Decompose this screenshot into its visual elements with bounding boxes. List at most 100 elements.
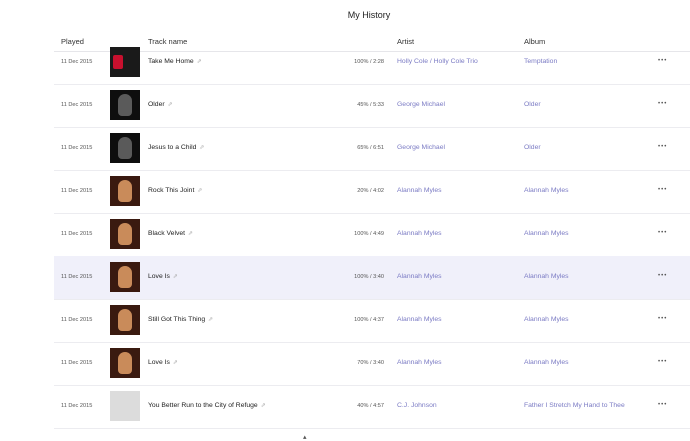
album-link[interactable]: Temptation <box>524 58 557 65</box>
played-date: 11 Dec 2015 <box>61 188 93 194</box>
table-row[interactable]: 11 Dec 2015 Take Me Home ⇗ 100% / 2:28 Holly… <box>54 41 690 85</box>
album-art-image <box>118 309 132 331</box>
play-progress: 100% / 3:40 <box>354 274 384 280</box>
played-date: 11 Dec 2015 <box>61 317 93 323</box>
play-progress: 100% / 4:37 <box>354 317 384 323</box>
tag-icon[interactable]: ⇗ <box>197 58 202 65</box>
album-link[interactable]: Alannah Myles <box>524 187 569 194</box>
played-date: 11 Dec 2015 <box>61 360 93 366</box>
album-art[interactable] <box>110 305 140 335</box>
track-name[interactable]: You Better Run to the City of Refuge ⇗ <box>148 402 266 409</box>
album-link[interactable]: Father I Stretch My Hand to Thee <box>524 402 625 409</box>
album-art-image <box>118 137 132 159</box>
artist-link[interactable]: Holly Cole / Holly Cole Trio <box>397 58 478 65</box>
track-title[interactable]: Black Velvet <box>148 230 185 237</box>
album-art[interactable] <box>110 133 140 163</box>
album-art[interactable] <box>110 176 140 206</box>
played-date: 11 Dec 2015 <box>61 102 93 108</box>
album-art[interactable] <box>110 47 140 77</box>
album-art-image <box>118 180 132 202</box>
table-row[interactable]: 11 Dec 2015 Rock This Joint ⇗ 20% / 4:02 Ala… <box>54 170 690 214</box>
track-title[interactable]: Love Is <box>148 273 170 280</box>
album-art-image <box>113 55 123 69</box>
track-name[interactable]: Love Is ⇗ <box>148 359 178 366</box>
album-link[interactable]: Alannah Myles <box>524 359 569 366</box>
album-art[interactable] <box>110 391 140 421</box>
played-date: 11 Dec 2015 <box>61 231 93 237</box>
track-title[interactable]: Jesus to a Child <box>148 144 196 151</box>
play-progress: 70% / 3:40 <box>357 360 384 366</box>
artist-link[interactable]: Alannah Myles <box>397 359 442 366</box>
track-name[interactable]: Take Me Home ⇗ <box>148 58 202 65</box>
artist-link[interactable]: George Michael <box>397 144 445 151</box>
track-title[interactable]: Take Me Home <box>148 58 194 65</box>
album-art-image <box>118 352 132 374</box>
track-name[interactable]: Rock This Joint ⇗ <box>148 187 202 194</box>
played-date: 11 Dec 2015 <box>61 274 93 280</box>
tag-icon[interactable]: ⇗ <box>199 144 204 151</box>
more-horizontal-icon[interactable]: ••• <box>658 187 667 193</box>
artist-link[interactable]: Alannah Myles <box>397 273 442 280</box>
album-art-image <box>118 223 132 245</box>
more-horizontal-icon[interactable]: ••• <box>658 144 667 150</box>
play-progress: 20% / 4:02 <box>357 188 384 194</box>
album-link[interactable]: Older <box>524 101 541 108</box>
more-horizontal-icon[interactable]: ••• <box>658 402 667 408</box>
album-art[interactable] <box>110 262 140 292</box>
more-horizontal-icon[interactable]: ••• <box>658 359 667 365</box>
more-horizontal-icon[interactable]: ••• <box>658 230 667 236</box>
artist-link[interactable]: Alannah Myles <box>397 230 442 237</box>
track-name[interactable]: Love Is ⇗ <box>148 273 178 280</box>
album-art-image <box>118 266 132 288</box>
track-title[interactable]: Older <box>148 101 165 108</box>
play-progress: 40% / 4:57 <box>357 403 384 409</box>
table-row[interactable]: 11 Dec 2015 Love Is ⇗ 70% / 3:40 Alannah Myl… <box>54 342 690 386</box>
tag-icon[interactable]: ⇗ <box>173 359 178 366</box>
play-progress: 65% / 6:51 <box>357 145 384 151</box>
tag-icon[interactable]: ⇗ <box>197 187 202 194</box>
more-horizontal-icon[interactable]: ••• <box>658 101 667 107</box>
table-row[interactable]: 11 Dec 2015 Love Is ⇗ 100% / 3:40 Alannah My… <box>54 256 690 300</box>
album-art[interactable] <box>110 90 140 120</box>
album-art-image <box>118 94 132 116</box>
table-row[interactable]: 11 Dec 2015 You Better Run to the City of… <box>54 385 690 429</box>
chevron-up-icon[interactable]: ▴ <box>303 433 307 441</box>
table-row[interactable]: 11 Dec 2015 Jesus to a Child ⇗ 65% / 6:51 Ge… <box>54 127 690 171</box>
track-title[interactable]: Still Got This Thing <box>148 316 205 323</box>
tag-icon[interactable]: ⇗ <box>173 273 178 280</box>
album-link[interactable]: Older <box>524 144 541 151</box>
track-name[interactable]: Still Got This Thing ⇗ <box>148 316 213 323</box>
page-title: My History <box>347 10 391 20</box>
track-title[interactable]: Rock This Joint <box>148 187 194 194</box>
track-name[interactable]: Black Velvet ⇗ <box>148 230 193 237</box>
track-name[interactable]: Older ⇗ <box>148 101 173 108</box>
played-date: 11 Dec 2015 <box>61 403 93 409</box>
album-link[interactable]: Alannah Myles <box>524 273 569 280</box>
tag-icon[interactable]: ⇗ <box>261 402 266 409</box>
played-date: 11 Dec 2015 <box>61 59 93 65</box>
table-row[interactable]: 11 Dec 2015 Older ⇗ 45% / 5:33 George Michae… <box>54 84 690 128</box>
play-progress: 45% / 5:33 <box>357 102 384 108</box>
album-art[interactable] <box>110 219 140 249</box>
play-progress: 100% / 4:49 <box>354 231 384 237</box>
tag-icon[interactable]: ⇗ <box>188 230 193 237</box>
track-title[interactable]: Love Is <box>148 359 170 366</box>
more-horizontal-icon[interactable]: ••• <box>658 273 667 279</box>
played-date: 11 Dec 2015 <box>61 145 93 151</box>
tag-icon[interactable]: ⇗ <box>208 316 213 323</box>
play-progress: 100% / 2:28 <box>354 59 384 65</box>
track-name[interactable]: Jesus to a Child ⇗ <box>148 144 204 151</box>
album-link[interactable]: Alannah Myles <box>524 230 569 237</box>
artist-link[interactable]: C.J. Johnson <box>397 402 437 409</box>
artist-link[interactable]: Alannah Myles <box>397 187 442 194</box>
artist-link[interactable]: Alannah Myles <box>397 316 442 323</box>
tag-icon[interactable]: ⇗ <box>168 101 173 108</box>
artist-link[interactable]: George Michael <box>397 101 445 108</box>
album-link[interactable]: Alannah Myles <box>524 316 569 323</box>
table-row[interactable]: 11 Dec 2015 Black Velvet ⇗ 100% / 4:49 Alann… <box>54 213 690 257</box>
more-horizontal-icon[interactable]: ••• <box>658 58 667 64</box>
more-horizontal-icon[interactable]: ••• <box>658 316 667 322</box>
album-art[interactable] <box>110 348 140 378</box>
table-row[interactable]: 11 Dec 2015 Still Got This Thing ⇗ 100% / 4… <box>54 299 690 343</box>
track-title[interactable]: You Better Run to the City of Refuge <box>148 402 258 409</box>
